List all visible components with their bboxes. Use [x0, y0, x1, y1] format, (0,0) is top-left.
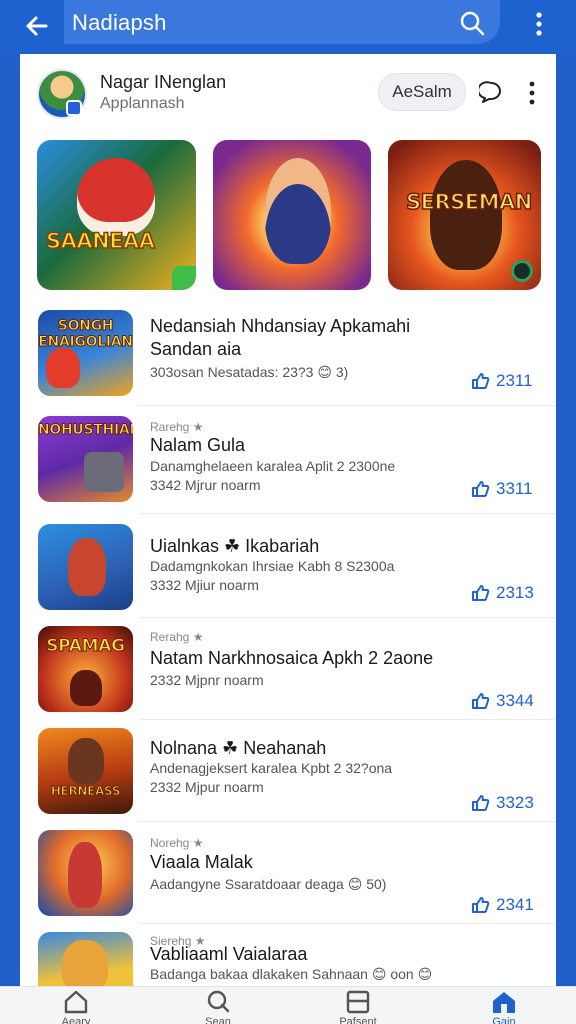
- featured-logo: SAANEAA: [45, 228, 156, 254]
- bottom-nav: Aeary Sean Pafsent Gain: [0, 986, 576, 1024]
- like-count[interactable]: 2313: [470, 582, 550, 604]
- nav-item-aeary[interactable]: Aeary: [36, 987, 116, 1024]
- like-icon: [472, 795, 490, 811]
- publisher-subtitle: Applannash: [100, 95, 185, 112]
- app-meta: 2332 Mjpur noarm: [150, 779, 264, 795]
- home-outline-icon: [64, 990, 88, 1014]
- list-item[interactable]: Norehg ★ Viaala Malak Aadangyne Ssaratdo…: [20, 822, 556, 924]
- app-thumbnail: [38, 830, 133, 916]
- like-icon: [472, 585, 490, 601]
- list-item[interactable]: HERNEASS Nolnana ☘ Neahanah Andenagjekse…: [20, 720, 556, 822]
- kebab-menu-icon[interactable]: [524, 80, 540, 106]
- like-count[interactable]: 2311: [470, 370, 550, 392]
- app-title: Nalam Gula: [150, 435, 246, 455]
- nav-item-gain[interactable]: Gain: [464, 987, 544, 1024]
- app-thumbnail: [38, 524, 133, 610]
- like-icon: [472, 897, 490, 913]
- app-thumbnail: SPAMAG: [38, 626, 133, 712]
- chat-search-icon: [207, 990, 230, 1013]
- app-meta: Badanga bakaa dlakaken Sahnaan 😊 oon 😊: [150, 966, 433, 982]
- app-title: Sandan aia: [150, 339, 242, 359]
- chat-icon[interactable]: [479, 80, 503, 104]
- app-title: Viaala Malak: [150, 852, 253, 872]
- list-item[interactable]: SONGH ENAIGOLIAN Nedansiah Nhdansiay Apk…: [20, 300, 556, 406]
- app-bar: Nadiapsh: [0, 0, 576, 54]
- app-meta: Aadangyne Ssaratdoaar deaga 😊 50): [150, 876, 387, 892]
- app-meta: 3332 Mjiur noarm: [150, 577, 259, 593]
- app-meta: 303osan Nesatadas: 23?3 😊 3): [150, 364, 349, 380]
- app-meta: Andenagjeksert karalea Kpbt 2 32?ona: [150, 760, 393, 776]
- app-title: Uialnkas ☘ Ikabariah: [150, 536, 320, 556]
- app-title: Nadiapsh: [72, 10, 167, 35]
- app-meta: Dadamgnkokan Ihrsiae Kabh 8 S2300a: [150, 558, 395, 574]
- featured-logo: SERSEMAN: [405, 189, 533, 215]
- featured-tile[interactable]: [213, 140, 371, 290]
- nav-item-pafsent[interactable]: Pafsent: [318, 987, 398, 1024]
- like-count[interactable]: 3344: [470, 690, 550, 712]
- app-tag: Rerahg ★: [150, 630, 204, 644]
- app-tag: Norehg ★: [150, 836, 204, 850]
- list-item[interactable]: SPAMAG Rerahg ★ Natam Narkhnosaica Apkh …: [20, 618, 556, 720]
- featured-tile[interactable]: SAANEAA: [37, 140, 196, 290]
- list-item[interactable]: Uialnkas ☘ Ikabariah Dadamgnkokan Ihrsia…: [20, 514, 556, 618]
- publisher-name: Nagar INenglan: [100, 72, 227, 92]
- app-meta: Danamghelaeen karalea Aplit 2 2300ne: [150, 458, 396, 474]
- game-character-art: [77, 158, 155, 236]
- app-title: Vabliaaml Vaialaraa: [150, 944, 308, 964]
- app-title: Natam Narkhnosaica Apkh 2 2aone: [150, 648, 434, 668]
- app-title: Nolnana ☘ Neahanah: [150, 738, 327, 758]
- home-filled-icon: [493, 992, 515, 1013]
- game-character-art: [430, 160, 502, 270]
- list-item[interactable]: NOHUSTHIAN Rarehg ★ Nalam Gula Danamghel…: [20, 406, 556, 514]
- like-icon: [472, 693, 490, 709]
- tile-corner-badge: [172, 266, 196, 290]
- like-count[interactable]: 2341: [470, 894, 550, 916]
- app-thumbnail: HERNEASS: [38, 728, 133, 814]
- content-sheet: Nagar INenglan Applannash AeSalm SAANEAA…: [20, 54, 556, 988]
- app-thumbnail: SONGH ENAIGOLIAN: [38, 310, 133, 396]
- like-count[interactable]: 3311: [470, 478, 550, 500]
- app-meta: 3342 Mjrur noarm: [150, 477, 261, 493]
- like-icon: [472, 373, 490, 389]
- avatar-badge: [66, 100, 82, 116]
- app-thumbnail: NOHUSTHIAN: [38, 416, 133, 502]
- publisher-row: Nagar INenglan Applannash AeSalm: [20, 54, 556, 132]
- like-icon: [472, 481, 490, 497]
- search-icon[interactable]: [458, 9, 486, 37]
- list-box-icon: [346, 990, 370, 1014]
- back-arrow-icon[interactable]: [22, 11, 52, 41]
- app-tag: Rarehg ★: [150, 420, 204, 434]
- game-character-art: [265, 158, 331, 264]
- more-vert-icon[interactable]: [529, 11, 549, 37]
- nav-item-sean[interactable]: Sean: [178, 987, 258, 1024]
- list-item[interactable]: Sierehg ★ Vabliaaml Vaialaraa Badanga ba…: [20, 924, 556, 988]
- app-meta: 2332 Mjpnr noarm: [150, 672, 264, 688]
- tile-corner-badge: [511, 260, 533, 282]
- app-title: Nedansiah Nhdansiay Apkamahi: [150, 316, 411, 336]
- action-button[interactable]: AeSalm: [378, 73, 466, 111]
- featured-tile[interactable]: SERSEMAN: [388, 140, 541, 290]
- app-thumbnail: [38, 932, 133, 988]
- like-count[interactable]: 3323: [470, 792, 550, 814]
